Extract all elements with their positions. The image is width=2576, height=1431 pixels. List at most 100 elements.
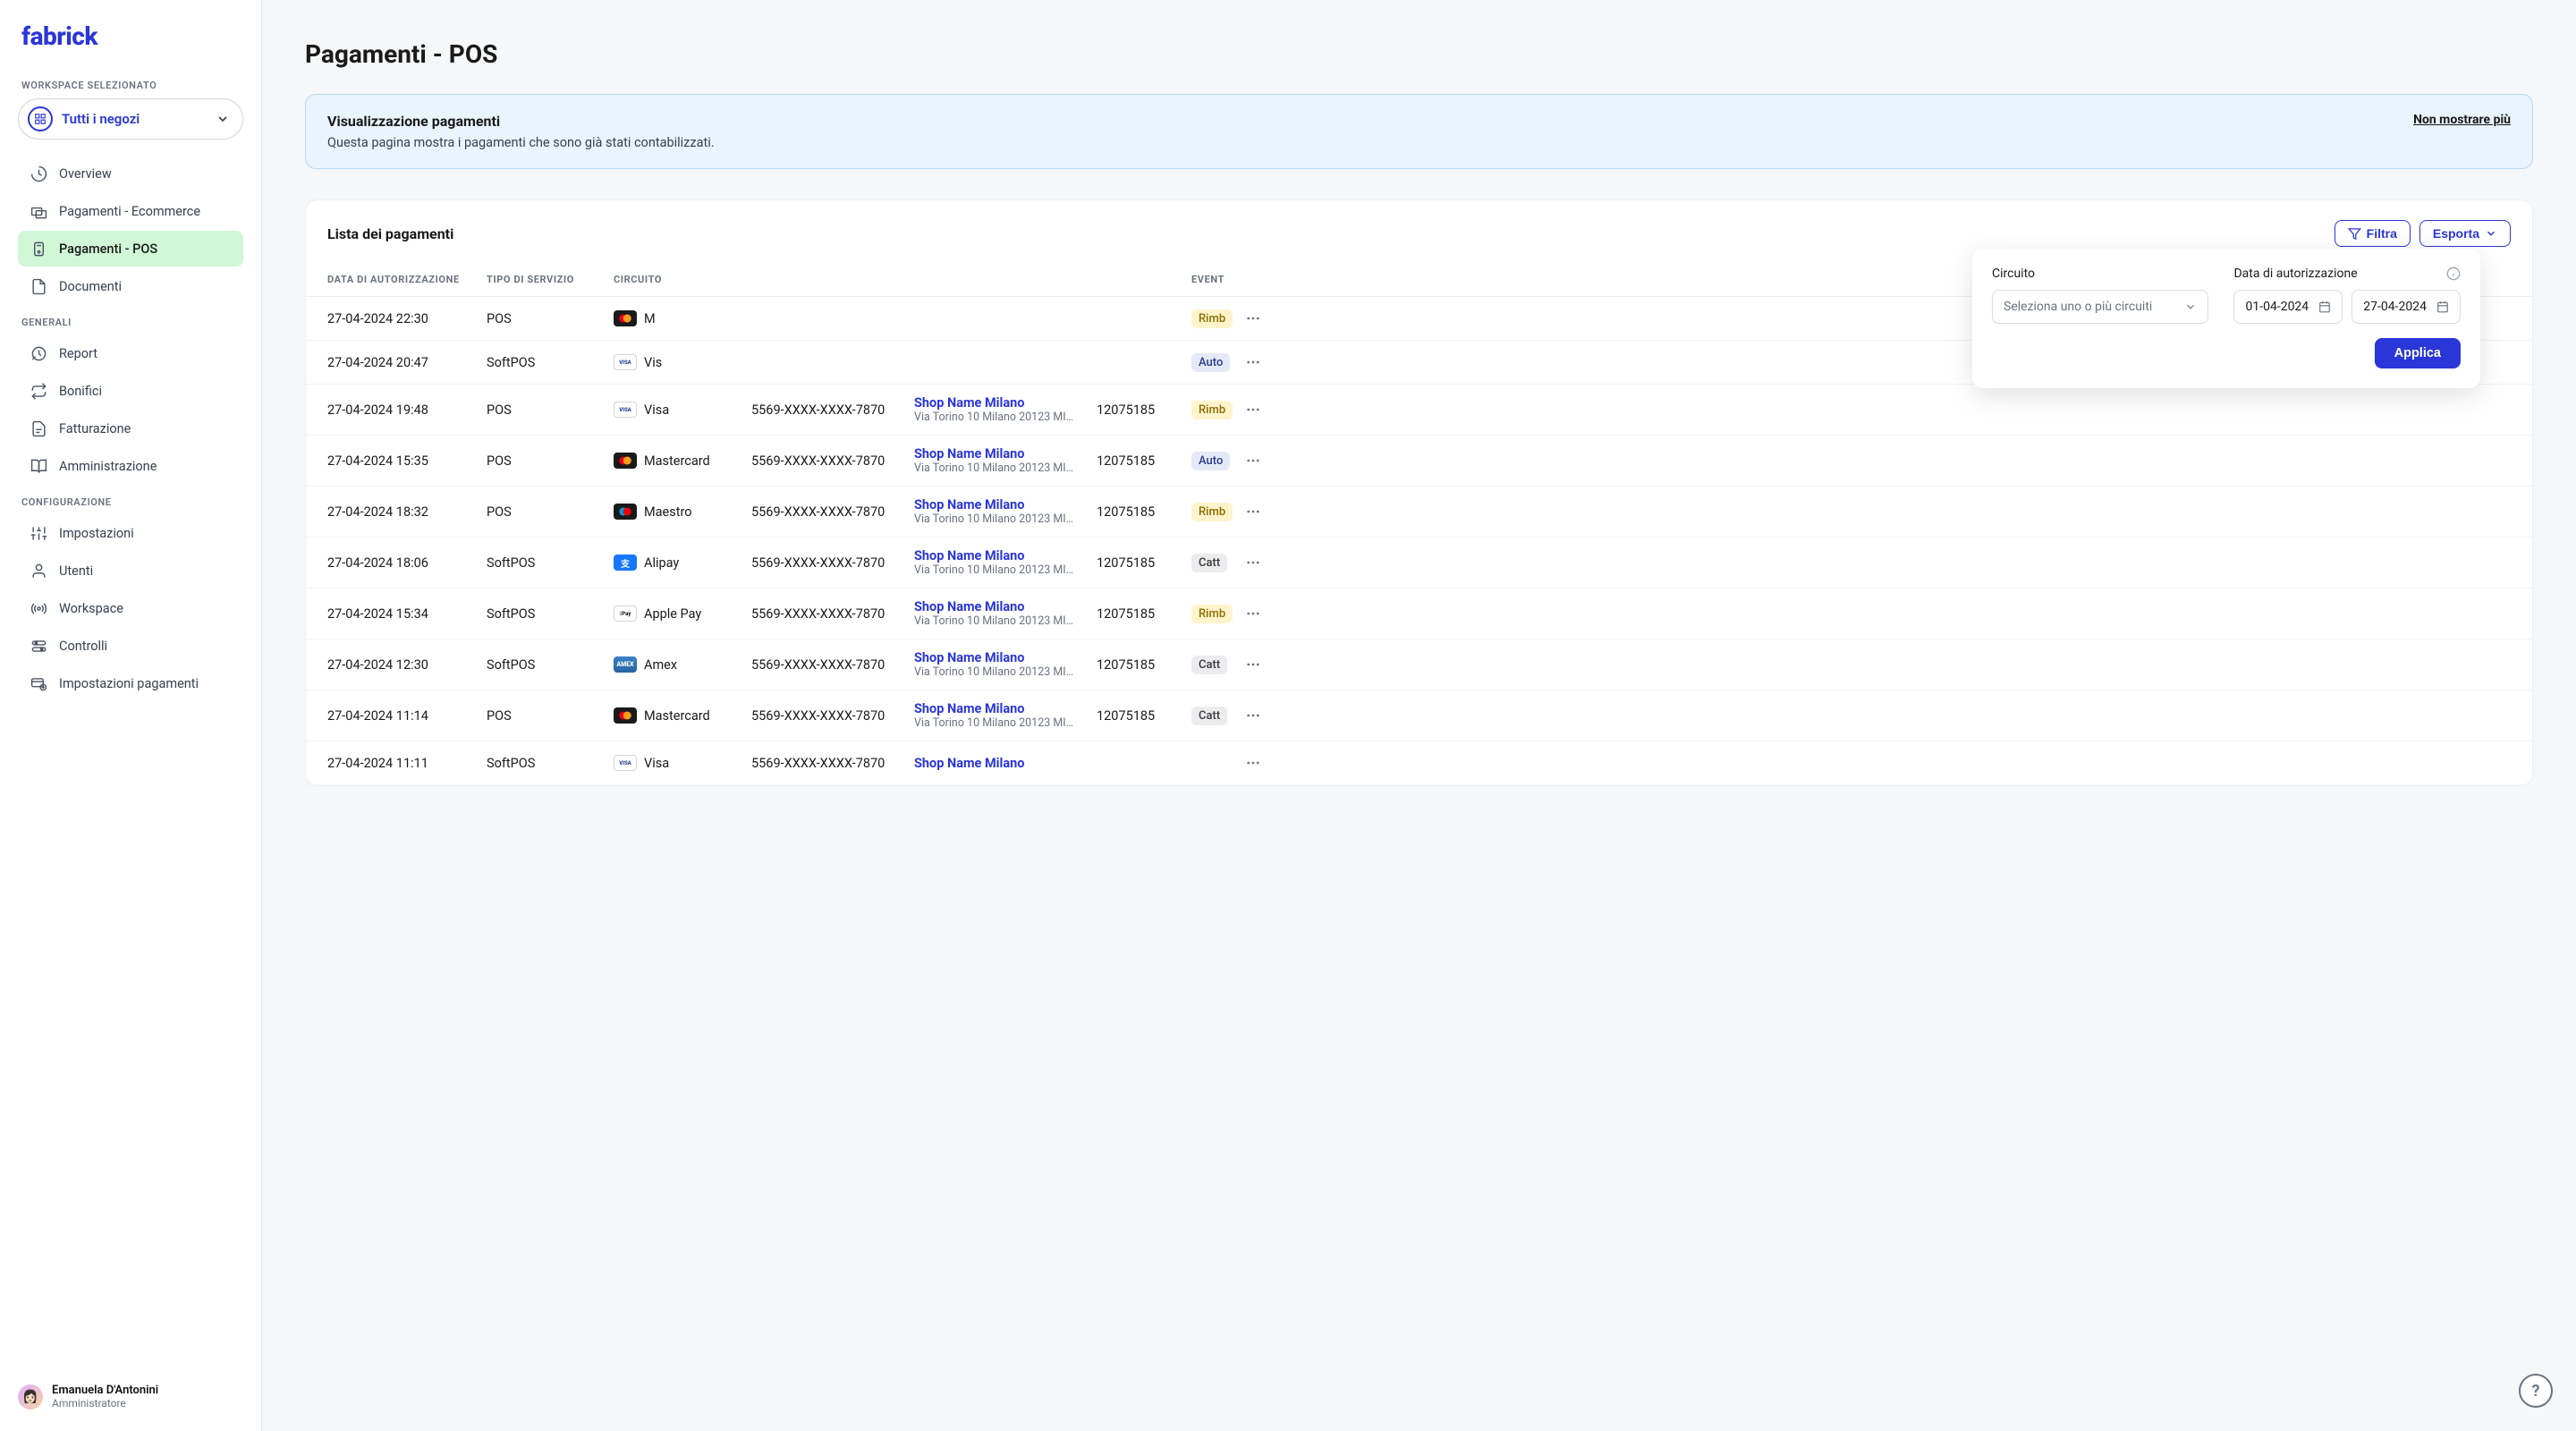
cell-type: POS <box>487 311 614 326</box>
table-row[interactable]: 27-04-2024 11:11 SoftPOS VISA Visa 5569-… <box>306 741 2532 785</box>
cell-terminal: 12075185 <box>1097 606 1191 622</box>
shop-name-link[interactable]: Shop Name Milano <box>914 599 1097 614</box>
cell-actions <box>1245 555 1284 571</box>
cell-event: Rimb <box>1191 503 1245 521</box>
more-icon[interactable] <box>1245 755 1284 771</box>
cell-pan: 5569-XXXX-XXXX-7870 <box>751 453 914 469</box>
user-profile[interactable]: 👩🏻 Emanuela D'Antonini Amministratore <box>18 1376 243 1417</box>
cell-pan: 5569-XXXX-XXXX-7870 <box>751 606 914 622</box>
filter-button[interactable]: Filtra <box>2334 220 2411 247</box>
sidebar-item-controlli[interactable]: Controlli <box>18 628 243 664</box>
circuit-name: Apple Pay <box>644 606 701 622</box>
date-from-value: 01-04-2024 <box>2245 300 2309 314</box>
clock-icon <box>29 164 48 183</box>
sidebar-item-overview[interactable]: Overview <box>18 156 243 191</box>
cell-circuit: AMEX Amex <box>614 656 751 673</box>
cell-terminal: 12075185 <box>1097 402 1191 418</box>
shop-name-link[interactable]: Shop Name Milano <box>914 497 1097 512</box>
cell-type: SoftPOS <box>487 355 614 370</box>
circuit-badge-icon <box>614 310 637 326</box>
more-icon[interactable] <box>1245 402 1284 418</box>
export-button[interactable]: Esporta <box>2419 220 2511 247</box>
banner-dismiss-link[interactable]: Non mostrare più <box>2413 113 2511 127</box>
chevron-down-icon <box>2485 227 2497 240</box>
sidebar-item-pagamenti-ecommerce[interactable]: Pagamenti - Ecommerce <box>18 193 243 229</box>
circuit-badge-icon: VISA <box>614 354 637 370</box>
event-badge: Auto <box>1191 353 1230 372</box>
cell-event: Catt <box>1191 656 1245 674</box>
cell-shop: Shop Name MilanoVia Torino 10 Milano 201… <box>914 548 1097 577</box>
cell-terminal: 12075185 <box>1097 504 1191 520</box>
apply-button[interactable]: Applica <box>2375 338 2461 368</box>
more-icon[interactable] <box>1245 453 1284 469</box>
sidebar-item-fatturazione[interactable]: Fatturazione <box>18 411 243 446</box>
table-row[interactable]: 27-04-2024 12:30 SoftPOS AMEX Amex 5569-… <box>306 639 2532 690</box>
cell-pan: 5569-XXXX-XXXX-7870 <box>751 402 914 418</box>
cell-date: 27-04-2024 18:32 <box>327 504 487 520</box>
cell-date: 27-04-2024 15:35 <box>327 453 487 469</box>
shop-name-link[interactable]: Shop Name Milano <box>914 650 1097 665</box>
sidebar-item-impostazioni-pagamenti[interactable]: Impostazioni pagamenti <box>18 665 243 701</box>
more-icon[interactable] <box>1245 656 1284 673</box>
col-type: TIPO DI SERVIZIO <box>487 274 614 285</box>
sidebar-item-label: Amministrazione <box>59 459 157 474</box>
chevron-down-icon <box>2184 301 2197 313</box>
cell-pan: 5569-XXXX-XXXX-7870 <box>751 504 914 520</box>
more-icon[interactable] <box>1245 504 1284 520</box>
cell-event: Rimb <box>1191 401 1245 419</box>
shop-name-link[interactable]: Shop Name Milano <box>914 756 1097 771</box>
card-title: Lista dei pagamenti <box>327 225 453 242</box>
table-row[interactable]: 27-04-2024 18:06 SoftPOS 支 Alipay 5569-X… <box>306 538 2532 588</box>
table-row[interactable]: 27-04-2024 11:14 POS Mastercard 5569-XXX… <box>306 690 2532 741</box>
info-icon[interactable] <box>2446 267 2461 281</box>
shop-name-link[interactable]: Shop Name Milano <box>914 701 1097 716</box>
banner-text: Questa pagina mostra i pagamenti che son… <box>327 135 715 150</box>
shop-name-link[interactable]: Shop Name Milano <box>914 548 1097 563</box>
sidebar-item-label: Report <box>59 346 97 361</box>
more-icon[interactable] <box>1245 354 1284 370</box>
transfer-icon <box>29 381 48 401</box>
table-row[interactable]: 27-04-2024 15:34 SoftPOS Pay Apple Pay … <box>306 588 2532 639</box>
shop-name-link[interactable]: Shop Name Milano <box>914 395 1097 411</box>
more-icon[interactable] <box>1245 707 1284 724</box>
cell-pan: 5569-XXXX-XXXX-7870 <box>751 756 914 771</box>
col-date: DATA DI AUTORIZZAZIONE <box>327 274 487 285</box>
circuit-badge-icon <box>614 453 637 469</box>
circuit-badge-icon <box>614 707 637 724</box>
cell-shop: Shop Name MilanoVia Torino 10 Milano 201… <box>914 701 1097 730</box>
cell-circuit: M <box>614 310 751 326</box>
sidebar-item-documenti[interactable]: Documenti <box>18 268 243 304</box>
table-row[interactable]: 27-04-2024 19:48 POS VISA Visa 5569-XXXX… <box>306 385 2532 436</box>
sidebar-item-workspace[interactable]: Workspace <box>18 590 243 626</box>
workspace-selector[interactable]: Tutti i negozi <box>18 98 243 140</box>
cell-terminal: 12075185 <box>1097 657 1191 673</box>
circuit-select[interactable]: Seleziona uno o più circuiti <box>1992 290 2208 324</box>
circuit-badge-icon <box>614 504 637 520</box>
sidebar-item-report[interactable]: Report <box>18 335 243 371</box>
sidebar-item-bonifici[interactable]: Bonifici <box>18 373 243 409</box>
cell-event: Catt <box>1191 707 1245 725</box>
cell-type: SoftPOS <box>487 657 614 673</box>
sidebar-item-utenti[interactable]: Utenti <box>18 553 243 588</box>
table-row[interactable]: 27-04-2024 15:35 POS Mastercard 5569-XXX… <box>306 436 2532 487</box>
more-icon[interactable] <box>1245 310 1284 326</box>
cell-terminal: 12075185 <box>1097 453 1191 469</box>
table-row[interactable]: 27-04-2024 18:32 POS Maestro 5569-XXXX-X… <box>306 487 2532 538</box>
sidebar-item-label: Controlli <box>59 639 107 654</box>
sidebar-item-pagamenti-pos[interactable]: Pagamenti - POS <box>18 231 243 267</box>
pos-icon <box>29 239 48 258</box>
sidebar-item-amministrazione[interactable]: Amministrazione <box>18 448 243 484</box>
date-to-input[interactable]: 27-04-2024 <box>2351 290 2461 324</box>
sidebar-item-label: Pagamenti - POS <box>59 241 157 257</box>
sidebar-item-impostazioni[interactable]: Impostazioni <box>18 515 243 551</box>
date-from-input[interactable]: 01-04-2024 <box>2233 290 2343 324</box>
cell-circuit: VISA Visa <box>614 755 751 771</box>
more-icon[interactable] <box>1245 605 1284 622</box>
calendar-icon <box>2436 301 2449 313</box>
cell-event: Rimb <box>1191 309 1245 328</box>
help-button[interactable]: ? <box>2519 1374 2553 1408</box>
more-icon[interactable] <box>1245 555 1284 571</box>
circuit-name: Vis <box>644 355 662 370</box>
shop-name-link[interactable]: Shop Name Milano <box>914 446 1097 461</box>
avatar: 👩🏻 <box>18 1384 43 1410</box>
